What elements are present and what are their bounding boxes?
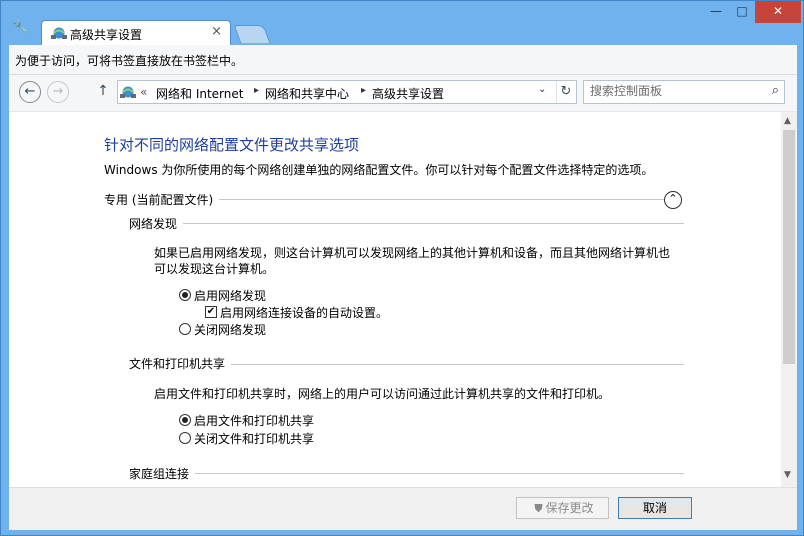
search-icon[interactable]: ⌕ — [772, 83, 779, 98]
scroll-up-icon[interactable]: ▲ — [784, 116, 791, 126]
back-button[interactable]: ← — [19, 81, 41, 103]
close-window-button[interactable]: ✕ — [755, 1, 801, 23]
network-discovery-off-label[interactable]: 关闭网络发现 — [194, 321, 266, 338]
address-dropdown-icon[interactable]: ⌄ — [538, 84, 546, 95]
breadcrumb-overflow[interactable]: « — [140, 85, 147, 99]
bookmarks-bar: 为便于访问，可将书签直接放在书签栏中。 — [9, 45, 797, 75]
search-box[interactable]: ⌕ — [583, 80, 785, 104]
file-sharing-description: 启用文件和打印机共享时，网络上的用户可以访问通过此计算机共享的文件和打印机。 — [154, 387, 611, 401]
settings-content: 针对不同的网络配置文件更改共享选项 Windows 为你所使用的每个网络创建单独… — [9, 111, 797, 488]
maximize-button[interactable]: □ — [729, 1, 755, 23]
radio-network-discovery-on[interactable] — [179, 289, 191, 301]
network-discovery-description-line2: 可以发现这台计算机。 — [154, 262, 275, 276]
collapse-chevron-icon[interactable]: ⌃ — [664, 191, 682, 209]
forward-button[interactable]: → — [47, 81, 69, 103]
network-discovery-heading: 网络发现 — [129, 215, 184, 232]
save-changes-button[interactable]: ⛊ 保存更改 — [516, 497, 609, 519]
scroll-down-icon[interactable]: ▼ — [784, 470, 791, 480]
radio-file-sharing-on[interactable] — [179, 414, 191, 426]
profile-private-label[interactable]: 专用 (当前配置文件) — [104, 191, 220, 208]
wrench-icon[interactable]: 🔧 — [12, 20, 29, 36]
save-changes-label: 保存更改 — [545, 501, 594, 515]
title-bar: 🔧 高级共享设置 × — □ ✕ — [1, 1, 803, 45]
file-sharing-heading: 文件和打印机共享 — [129, 355, 232, 372]
network-icon — [120, 86, 136, 98]
page-description: Windows 为你所使用的每个网络创建单独的网络配置文件。你可以针对每个配置文… — [104, 163, 654, 177]
tab-advanced-sharing[interactable]: 高级共享设置 × — [41, 20, 231, 45]
search-input[interactable] — [590, 84, 760, 98]
radio-network-discovery-off[interactable] — [179, 323, 191, 335]
breadcrumb-advanced-sharing[interactable]: 高级共享设置 — [372, 85, 444, 102]
file-sharing-off-label[interactable]: 关闭文件和打印机共享 — [194, 430, 314, 447]
uac-shield-icon: ⛊ — [534, 502, 543, 515]
breadcrumb-separator-icon[interactable]: ▸ — [361, 85, 366, 96]
address-toolbar: ← → ↑ « 网络和 Internet ▸ 网络和共享中心 ▸ 高级共享设置 … — [9, 75, 797, 111]
homegroup-heading: 家庭组连接 — [129, 465, 196, 482]
breadcrumb-network-sharing-center[interactable]: 网络和共享中心 — [265, 85, 349, 102]
breadcrumb-separator-icon[interactable]: ▸ — [254, 85, 259, 96]
browser-window: 🔧 高级共享设置 × — □ ✕ 为便于访问，可将书签直接放在书签栏中。 ← →… — [0, 0, 804, 536]
cancel-button[interactable]: 取消 — [618, 497, 692, 519]
file-sharing-on-label[interactable]: 启用文件和打印机共享 — [194, 412, 314, 429]
network-discovery-on-label[interactable]: 启用网络发现 — [194, 287, 266, 304]
checkbox-auto-setup[interactable]: ✔ — [205, 306, 217, 318]
section-divider — [129, 223, 684, 224]
bookmarks-hint: 为便于访问，可将书签直接放在书签栏中。 — [15, 54, 244, 68]
scrollbar-thumb[interactable] — [783, 130, 795, 364]
network-discovery-description: 如果已启用网络发现，则这台计算机可以发现网络上的其他计算机和设备，而且其他网络计… — [154, 246, 671, 260]
refresh-icon[interactable]: ↻ — [556, 82, 575, 102]
breadcrumb-network-internet[interactable]: 网络和 Internet — [156, 85, 243, 102]
up-button[interactable]: ↑ — [95, 81, 111, 103]
radio-file-sharing-off[interactable] — [179, 432, 191, 444]
minimize-button[interactable]: — — [703, 1, 729, 23]
tab-title: 高级共享设置 — [70, 28, 143, 42]
network-icon — [51, 27, 67, 39]
auto-setup-label[interactable]: 启用网络连接设备的自动设置。 — [220, 304, 388, 321]
section-divider — [129, 473, 684, 474]
vertical-scrollbar[interactable]: ▲ ▼ — [781, 112, 797, 488]
dialog-footer: ⛊ 保存更改 取消 — [9, 487, 797, 530]
page-title: 针对不同的网络配置文件更改共享选项 — [104, 136, 360, 154]
new-tab-button[interactable] — [233, 25, 271, 43]
address-bar[interactable]: « 网络和 Internet ▸ 网络和共享中心 ▸ 高级共享设置 ⌄ ↻ — [117, 80, 577, 104]
tab-close-icon[interactable]: × — [211, 24, 222, 39]
